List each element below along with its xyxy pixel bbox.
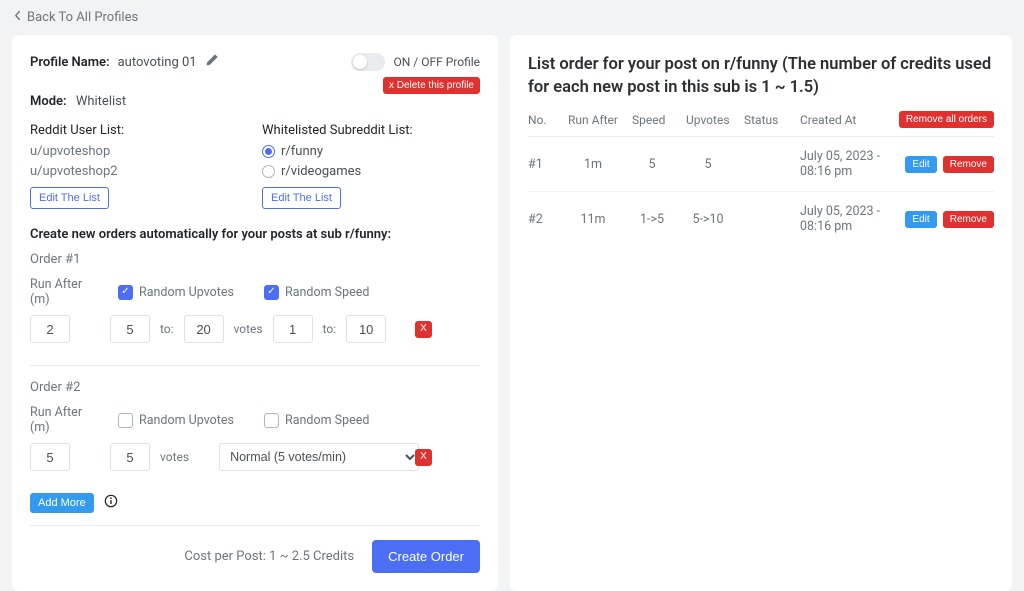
pencil-icon[interactable] <box>205 53 219 71</box>
edit-button[interactable]: Edit <box>905 156 936 173</box>
user-list-item: u/upvoteshop2 <box>30 162 248 182</box>
edit-sub-list-button[interactable]: Edit The List <box>262 187 341 209</box>
edit-user-list-button[interactable]: Edit The List <box>30 187 109 209</box>
radio-icon <box>262 145 275 158</box>
order-label: Order #2 <box>30 380 480 395</box>
cell-speed: 1->5 <box>632 212 686 227</box>
cell-speed: 5 <box>632 157 686 172</box>
mode-value: Whitelist <box>76 94 126 109</box>
cell-runafter: 1m <box>568 157 632 172</box>
random-upvotes-label: Random Upvotes <box>139 285 234 300</box>
random-speed-label: Random Speed <box>285 285 369 300</box>
run-after-input[interactable] <box>30 443 70 471</box>
sub-list-title: Whitelisted Subreddit List: <box>262 123 480 138</box>
profile-name-value: autovoting 01 <box>118 55 197 70</box>
sub-list-item[interactable]: r/funny <box>262 142 480 162</box>
divider <box>30 365 480 366</box>
speed-select[interactable]: Normal (5 votes/min) <box>219 443 419 471</box>
cost-text: Cost per Post: 1 ~ 2.5 Credits <box>184 549 354 564</box>
remove-all-button[interactable]: Remove all orders <box>899 111 994 128</box>
cell-created: July 05, 2023 - 08:16 pm <box>800 204 882 234</box>
col-status: Status <box>744 113 800 127</box>
col-speed: Speed <box>632 113 686 127</box>
orders-list-title: List order for your post on r/funny (The… <box>528 53 994 99</box>
remove-button[interactable]: Remove <box>943 211 994 228</box>
random-upvotes-checkbox[interactable] <box>118 285 133 300</box>
upvotes-from-input[interactable] <box>110 315 150 343</box>
table-row: #1 1m 5 5 July 05, 2023 - 08:16 pm Edit … <box>528 137 994 192</box>
cell-no: #2 <box>528 212 568 227</box>
edit-button[interactable]: Edit <box>905 211 936 228</box>
order-block-1: Order #1 Run After (m) Random Upvotes Ra… <box>30 252 480 343</box>
run-after-input[interactable] <box>30 315 70 343</box>
cell-runafter: 11m <box>568 212 632 227</box>
chevron-left-icon <box>14 10 21 25</box>
to-label: to: <box>160 322 174 336</box>
run-after-label: Run After (m) <box>30 405 100 435</box>
table-header: No. Run After Speed Upvotes Status Creat… <box>528 111 994 137</box>
order-label: Order #1 <box>30 252 480 267</box>
back-link[interactable]: Back To All Profiles <box>0 0 1024 35</box>
cell-no: #1 <box>528 157 568 172</box>
sub-list-item-label: r/videogames <box>281 162 361 182</box>
col-upvotes: Upvotes <box>686 113 744 127</box>
random-upvotes-checkbox[interactable] <box>118 413 133 428</box>
info-icon[interactable] <box>104 494 118 512</box>
user-list-title: Reddit User List: <box>30 123 248 138</box>
delete-profile-button[interactable]: x Delete this profile <box>383 77 480 94</box>
remove-order-button[interactable]: X <box>415 449 432 466</box>
speed-from-input[interactable] <box>273 315 313 343</box>
run-after-label: Run After (m) <box>30 277 100 307</box>
mode-label: Mode: <box>30 94 67 109</box>
col-created: Created At <box>800 113 882 127</box>
to-label: to: <box>323 322 337 336</box>
table-row: #2 11m 1->5 5->10 July 05, 2023 - 08:16 … <box>528 192 994 246</box>
remove-order-button[interactable]: X <box>415 321 432 338</box>
random-speed-label: Random Speed <box>285 413 369 428</box>
cell-created: July 05, 2023 - 08:16 pm <box>800 149 882 179</box>
divider <box>30 525 480 526</box>
upvotes-input[interactable] <box>110 443 150 471</box>
profile-name-label: Profile Name: <box>30 55 110 70</box>
profile-card: Profile Name: autovoting 01 ON / OFF Pro… <box>12 35 498 591</box>
col-no: No. <box>528 113 568 127</box>
random-speed-checkbox[interactable] <box>264 285 279 300</box>
order-block-2: Order #2 Run After (m) Random Upvotes Ra… <box>30 380 480 471</box>
user-list-item: u/upvoteshop <box>30 142 248 162</box>
votes-label: votes <box>160 450 189 464</box>
random-upvotes-label: Random Upvotes <box>139 413 234 428</box>
remove-button[interactable]: Remove <box>943 156 994 173</box>
votes-label: votes <box>234 322 263 336</box>
col-runafter: Run After <box>568 113 632 127</box>
sub-list-item-label: r/funny <box>281 142 323 162</box>
create-order-button[interactable]: Create Order <box>372 540 480 573</box>
random-speed-checkbox[interactable] <box>264 413 279 428</box>
speed-to-input[interactable] <box>346 315 386 343</box>
back-link-text: Back To All Profiles <box>27 10 138 25</box>
create-orders-title: Create new orders automatically for your… <box>30 227 480 242</box>
orders-list-card: List order for your post on r/funny (The… <box>510 35 1012 591</box>
upvotes-to-input[interactable] <box>184 315 224 343</box>
add-more-button[interactable]: Add More <box>30 493 94 513</box>
onoff-label: ON / OFF Profile <box>393 55 480 69</box>
sub-list-item[interactable]: r/videogames <box>262 162 480 182</box>
onoff-toggle[interactable] <box>351 53 385 71</box>
radio-icon <box>262 165 275 178</box>
